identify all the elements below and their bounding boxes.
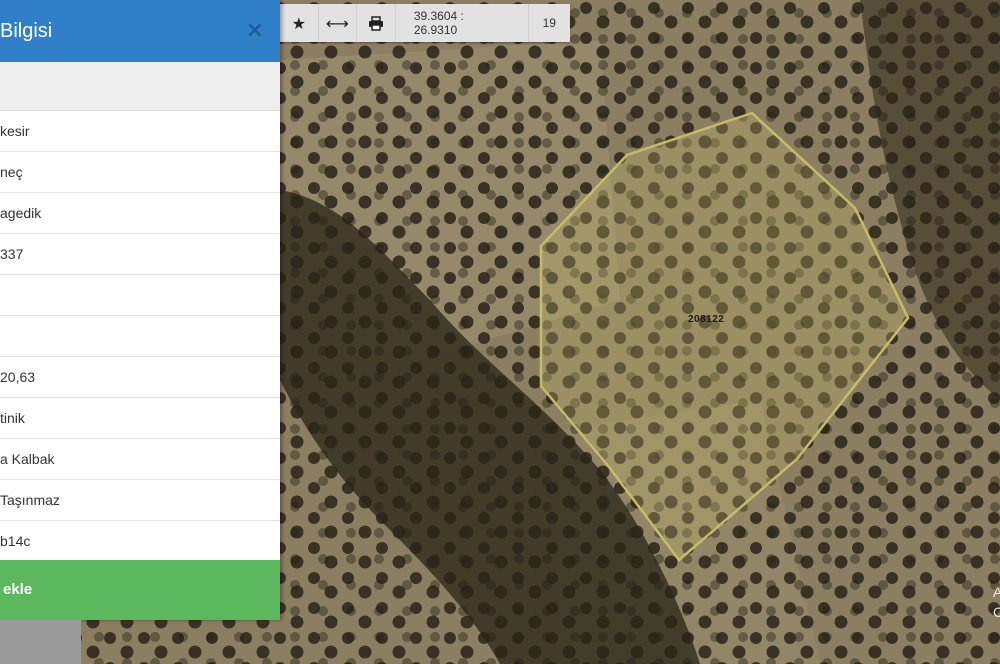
attribute-value: 20,63	[0, 369, 36, 385]
map-toolbar: ★ ⟷ 39.3604 : 26.9310 19	[280, 4, 570, 42]
attribute-row: Taşınmaz	[0, 480, 280, 521]
attribute-row: 20,63	[0, 357, 280, 398]
zoom-level: 19	[542, 16, 556, 30]
panel-header: Bilgisi ×	[0, 0, 280, 62]
close-icon[interactable]: ×	[246, 18, 264, 43]
attribute-value: 337	[0, 246, 24, 262]
attribute-value: b14c	[0, 533, 31, 549]
attribute-row	[0, 275, 280, 316]
attribute-row: tinik	[0, 398, 280, 439]
panel-title: Bilgisi	[0, 20, 53, 42]
parcel-number-label: 208122	[688, 314, 725, 325]
bottom-left-block	[0, 620, 81, 664]
edge-text-line-2: C	[993, 604, 1000, 620]
attribute-value: kesir	[0, 123, 30, 139]
attribute-value: tinik	[0, 410, 25, 426]
star-icon: ★	[291, 13, 306, 33]
attribute-row: kesir	[0, 111, 280, 152]
print-icon	[369, 15, 384, 31]
attribute-row: agedik	[0, 193, 280, 234]
attribute-value: neç	[0, 164, 23, 180]
parcel-info-panel: Bilgisi × kesir neç agedik 337 20,63 tin…	[0, 0, 280, 620]
print-button[interactable]	[357, 4, 396, 42]
favorite-button[interactable]: ★	[280, 4, 319, 42]
attribute-row: 337	[0, 234, 280, 275]
panel-section-header	[0, 62, 280, 111]
attribute-value: Taşınmaz	[0, 492, 60, 508]
coordinate-readout: 39.3604 : 26.9310	[396, 4, 529, 42]
parcel-attribute-list: kesir neç agedik 337 20,63 tinik a Kalba…	[0, 111, 280, 562]
attribute-value: a Kalbak	[0, 451, 55, 467]
measure-button[interactable]: ⟷	[319, 4, 358, 42]
attribute-value: agedik	[0, 205, 42, 221]
attribute-row	[0, 316, 280, 357]
attribute-row: b14c	[0, 521, 280, 562]
add-button[interactable]: ekle	[0, 560, 280, 620]
add-button-label: ekle	[3, 581, 33, 598]
measure-arrows-icon: ⟷	[325, 13, 349, 33]
map-edge-attribution: A C	[993, 582, 1000, 622]
attribute-row: neç	[0, 152, 280, 193]
edge-text-line-1: A	[993, 584, 1000, 600]
attribute-row: a Kalbak	[0, 439, 280, 480]
